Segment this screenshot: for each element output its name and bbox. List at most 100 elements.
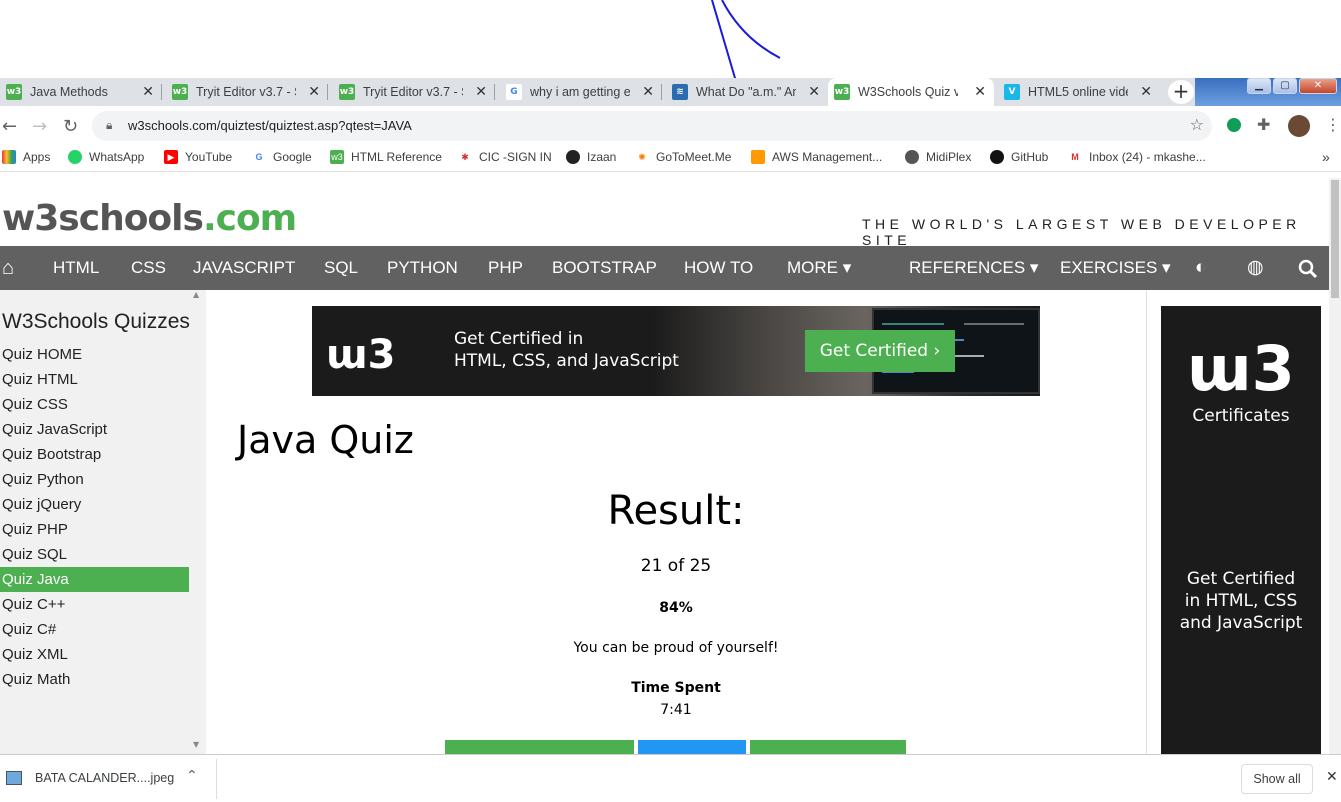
nav-exercises[interactable]: EXERCISES ▾: [1060, 246, 1171, 290]
w3-icon: w3: [834, 84, 850, 100]
tab-java-methods[interactable]: w3 Java Methods ✕: [0, 78, 162, 106]
address-bar[interactable]: 🔒︎ w3schools.com/quiztest/quiztest.asp?q…: [92, 111, 1212, 141]
result-action-button-2[interactable]: [638, 740, 746, 754]
sidebar-item-quiz-javascript[interactable]: Quiz JavaScript: [0, 417, 189, 442]
tab-am-article[interactable]: ≋ What Do "a.m." And ✕: [666, 78, 828, 106]
gmail-icon: M: [1068, 150, 1082, 164]
page-scrollbar[interactable]: [1329, 178, 1341, 754]
reload-icon[interactable]: ↻: [63, 116, 78, 137]
sidebar-item-quiz-php[interactable]: Quiz PHP: [0, 517, 189, 542]
close-icon[interactable]: ✕: [808, 84, 820, 100]
extension-green-icon[interactable]: [1227, 118, 1241, 132]
bookmark-gmail[interactable]: M Inbox (24) - mkashe...: [1068, 150, 1206, 164]
w3-icon: w3: [339, 84, 355, 100]
contrast-icon[interactable]: ◐: [1195, 246, 1206, 290]
nav-bootstrap[interactable]: BOOTSTRAP: [552, 246, 657, 290]
tab-tryit-2[interactable]: w3 Tryit Editor v3.7 - Sh ✕: [333, 78, 495, 106]
close-icon[interactable]: ✕: [974, 84, 986, 100]
quiz-sidebar: W3Schools Quizzes Quiz HOME Quiz HTML Qu…: [0, 290, 206, 754]
scroll-down-icon[interactable]: ▼: [193, 740, 199, 749]
close-icon[interactable]: ✕: [1326, 769, 1338, 785]
time-spent-value: 7:41: [660, 702, 692, 718]
sidebar-item-quiz-python[interactable]: Quiz Python: [0, 467, 189, 492]
sidebar-item-quiz-jquery[interactable]: Quiz jQuery: [0, 492, 189, 517]
nav-php[interactable]: PHP: [488, 246, 523, 290]
browser-toolbar: ← → ↻ 🔒︎ w3schools.com/quiztest/quiztest…: [0, 106, 1341, 146]
extensions-puzzle-icon[interactable]: ✚: [1257, 115, 1270, 134]
tab-w3schools-quiz[interactable]: w3 W3Schools Quiz v3 ✕: [828, 78, 994, 106]
sidebar-item-quiz-home[interactable]: Quiz HOME: [0, 342, 189, 367]
bookmark-aws[interactable]: AWS Management...: [751, 150, 882, 164]
nav-how-to[interactable]: HOW TO: [684, 246, 753, 290]
close-icon[interactable]: ✕: [308, 84, 320, 100]
nav-python[interactable]: PYTHON: [387, 246, 458, 290]
tab-title: Java Methods: [30, 85, 108, 99]
show-all-button[interactable]: Show all: [1241, 764, 1313, 794]
svg-text:ɯ3: ɯ3: [1187, 332, 1295, 405]
back-icon[interactable]: ←: [2, 116, 17, 137]
bookmark-izaan[interactable]: Izaan: [566, 150, 616, 164]
maple-leaf-icon: ✱: [458, 150, 472, 164]
sidebar-item-quiz-math[interactable]: Quiz Math: [0, 667, 189, 692]
nav-javascript[interactable]: JAVASCRIPT: [193, 246, 295, 290]
download-bar: BATA CALANDER....jpeg ⌃ Show all ✕: [0, 754, 1341, 802]
sidebar-item-quiz-java[interactable]: Quiz Java: [0, 567, 189, 592]
search-icon[interactable]: [1298, 246, 1318, 290]
bookmark-cic[interactable]: ✱ CIC -SIGN IN: [458, 150, 552, 164]
close-icon[interactable]: ✕: [642, 84, 654, 100]
forward-icon[interactable]: →: [32, 116, 47, 137]
bookmark-github[interactable]: GitHub: [990, 150, 1048, 164]
sidebar-title: W3Schools Quizzes: [2, 310, 190, 333]
close-icon[interactable]: ✕: [142, 84, 154, 100]
top-navbar: ⌂ HTML CSS JAVASCRIPT SQL PYTHON PHP BOO…: [0, 246, 1341, 290]
tab-google-search[interactable]: G why i am getting er ✕: [500, 78, 662, 106]
maximize-button[interactable]: ▢: [1273, 78, 1297, 94]
tab-tryit-1[interactable]: w3 Tryit Editor v3.7 - Sh ✕: [166, 78, 328, 106]
bookmark-youtube[interactable]: ▶ YouTube: [164, 150, 232, 164]
sidebar-item-quiz-bootstrap[interactable]: Quiz Bootstrap: [0, 442, 189, 467]
home-icon[interactable]: ⌂: [2, 246, 14, 290]
sidebar-item-quiz-cpp[interactable]: Quiz C++: [0, 592, 189, 617]
nav-sql[interactable]: SQL: [324, 246, 358, 290]
minimize-button[interactable]: ▁: [1247, 78, 1271, 94]
sidebar-item-quiz-csharp[interactable]: Quiz C#: [0, 617, 189, 642]
sidebar-item-quiz-html[interactable]: Quiz HTML: [0, 367, 189, 392]
nav-css[interactable]: CSS: [131, 246, 166, 290]
result-action-button-1[interactable]: [445, 740, 634, 754]
bookmarks-bar: Apps WhatsApp ▶ YouTube G Google w3 HTML Re…: [0, 146, 1341, 172]
lock-icon[interactable]: 🔒︎: [106, 118, 112, 133]
avatar[interactable]: [1288, 115, 1310, 137]
new-tab-button[interactable]: +: [1168, 80, 1194, 104]
globe-icon[interactable]: ◍: [1247, 246, 1264, 290]
sidebar-item-quiz-css[interactable]: Quiz CSS: [0, 392, 189, 417]
scroll-up-icon[interactable]: ▲: [193, 290, 199, 299]
result-action-button-3[interactable]: [750, 740, 906, 754]
close-window-button[interactable]: ✕: [1299, 78, 1337, 94]
menu-kebab-icon[interactable]: ⋮: [1325, 115, 1341, 134]
bookmark-gotomeet[interactable]: ✺ GoToMeet.Me: [635, 150, 731, 164]
w3schools-logo[interactable]: w3schools.com: [2, 198, 297, 239]
nav-references[interactable]: REFERENCES ▾: [909, 246, 1038, 290]
bookmark-whatsapp[interactable]: WhatsApp: [68, 150, 144, 164]
tab-html5-video[interactable]: V HTML5 online vide ✕: [998, 78, 1160, 106]
sidebar-item-quiz-xml[interactable]: Quiz XML: [0, 642, 189, 667]
bookmark-html-reference[interactable]: w3 HTML Reference: [330, 150, 442, 164]
chevron-up-icon[interactable]: ⌃: [186, 768, 198, 784]
get-certified-button[interactable]: Get Certified ›: [805, 330, 955, 372]
download-filename[interactable]: BATA CALANDER....jpeg: [35, 771, 174, 785]
bookmark-midiplex[interactable]: MidiPlex: [905, 150, 971, 164]
chevron-double-right-icon[interactable]: »: [1322, 149, 1330, 165]
star-icon[interactable]: ☆: [1190, 115, 1204, 134]
certification-banner[interactable]: ɯ3 Get Certified in HTML, CSS, and JavaS…: [312, 306, 1040, 396]
url-text[interactable]: w3schools.com/quiztest/quiztest.asp?qtes…: [128, 118, 412, 133]
close-icon[interactable]: ✕: [1140, 84, 1152, 100]
sidebar-item-quiz-sql[interactable]: Quiz SQL: [0, 542, 189, 567]
scroll-thumb[interactable]: [1331, 180, 1339, 298]
bookmark-google[interactable]: G Google: [252, 150, 312, 164]
bookmark-apps[interactable]: Apps: [2, 150, 50, 164]
nav-html[interactable]: HTML: [53, 246, 99, 290]
sidebar-scrollbar[interactable]: ▲ ▼: [192, 290, 204, 754]
nav-more[interactable]: MORE ▾: [787, 246, 851, 290]
close-icon[interactable]: ✕: [475, 84, 487, 100]
certificates-ad[interactable]: ɯ3 Certificates Get Certified in HTML, C…: [1161, 306, 1321, 754]
